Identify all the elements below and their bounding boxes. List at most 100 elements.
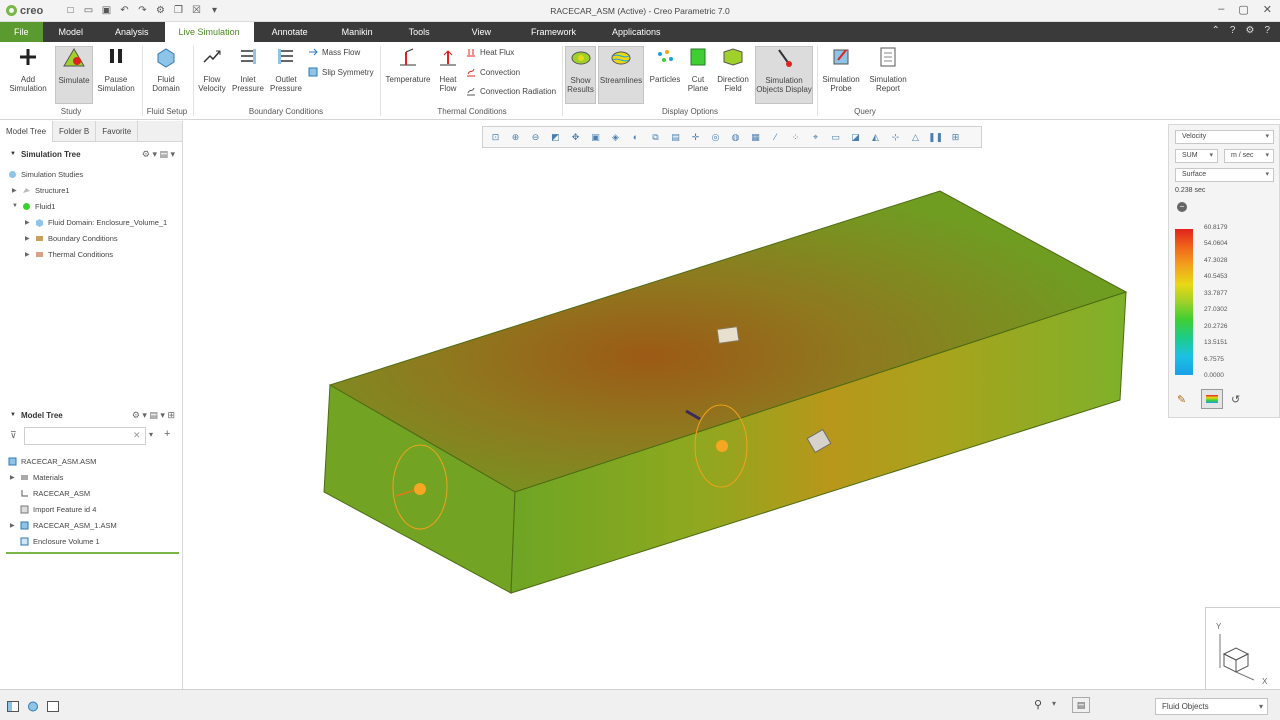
convection-button[interactable]: Convection [466,67,520,77]
tree-item[interactable]: ▶ Structure1 [12,184,70,196]
navigator-toggle-icon[interactable] [7,701,19,712]
tree-item[interactable]: ▶ Boundary Conditions [25,232,118,244]
heat-source-marker[interactable] [716,326,740,344]
redo-icon[interactable]: ↷ [136,5,149,16]
convection-radiation-button[interactable]: Convection Radiation [466,86,556,96]
pause-simulation-button[interactable]: Pause Simulation [95,46,137,94]
expand-icon[interactable]: ▶ [25,219,31,226]
flow-velocity-button[interactable]: Flow Velocity [196,46,228,94]
tab-favorites[interactable]: Favorite [96,121,139,142]
close-window-icon[interactable]: ☒ [190,5,203,16]
particles-button[interactable]: Particles [648,46,682,84]
tab-manikin[interactable]: Manikin [326,22,389,42]
add-simulation-button[interactable]: Add Simulation [4,46,52,94]
show-results-button[interactable]: Show Results [565,46,596,104]
new-icon[interactable]: □ [64,5,77,16]
tree-item[interactable]: RACECAR_ASM [20,487,90,499]
tab-view[interactable]: View [450,22,513,42]
selection-filter-dropdown[interactable]: Fluid Objects [1155,698,1268,715]
unit-dropdown[interactable]: m / sec [1224,149,1274,163]
customize-qa-icon[interactable]: ▾ [208,5,221,16]
collapse-ribbon-icon[interactable]: ⌃ [1212,25,1220,36]
close-icon[interactable]: ✕ [1263,3,1272,16]
outlet-pressure-button[interactable]: Outlet Pressure [268,46,304,94]
reset-legend-icon[interactable]: ↺ [1231,393,1240,406]
collapse-icon[interactable]: ▼ [10,412,16,418]
selection-filter-icon[interactable]: ▤ [1072,697,1090,713]
tab-model-tree[interactable]: Model Tree [0,121,54,142]
legend-collapse-icon[interactable]: − [1177,202,1187,212]
temperature-button[interactable]: Temperature [384,46,432,84]
tab-annotate[interactable]: Annotate [254,22,326,42]
expand-icon[interactable]: ▶ [12,187,18,194]
tree-item[interactable]: ▶ Materials [10,471,63,483]
collapse-icon[interactable]: ▼ [12,203,18,209]
tab-applications[interactable]: Applications [594,22,679,42]
simulation-tree-header[interactable]: ▼ Simulation Tree ⚙ ▾ ▤ ▾ [0,146,183,162]
tree-item[interactable]: RACECAR_ASM.ASM [8,455,96,467]
direction-field-button[interactable]: Direction Field [714,46,752,94]
heat-flux-button[interactable]: Heat Flux [466,47,514,57]
regenerate-icon[interactable]: ⚙ [154,5,167,16]
simulation-probe-button[interactable]: Simulation Probe [820,46,862,94]
find-dropdown-icon[interactable]: ▾ [1052,699,1056,708]
model-tree-header[interactable]: ▼ Model Tree ⚙ ▾ ▤ ▾ ⊞ [0,407,183,423]
tree-item[interactable]: Simulation Studies [8,168,83,180]
graphics-viewport[interactable]: ⊡ ⊕ ⊖ ◩ ✥ ▣ ◈ ◐ ⧉ ▤ ✛ ◎ ◍ ▦ ⁄ ⁘ ⌖ ▭ ◪ ◭ … [184,121,1280,689]
simulation-model-render[interactable] [184,121,1280,689]
tab-folder-browser[interactable]: Folder B [53,121,97,142]
fluid-domain-button[interactable]: Fluid Domain [146,46,186,94]
add-filter-icon[interactable]: + [164,428,170,440]
expand-icon[interactable]: ▶ [10,522,16,529]
tab-tools[interactable]: Tools [389,22,450,42]
tab-live-simulation[interactable]: Live Simulation [164,22,254,42]
study-group-label[interactable]: Study [4,107,138,116]
tree-item[interactable]: Enclosure Volume 1 [20,535,100,547]
model-tree-filter-input[interactable] [24,427,146,445]
open-icon[interactable]: ▭ [82,5,95,16]
tree-item[interactable]: ▶ Thermal Conditions [25,248,113,260]
find-icon[interactable]: ⚲ [1034,698,1042,711]
model-tree-settings-icon[interactable]: ⚙ ▾ ▤ ▾ ⊞ [132,410,175,421]
filter-dropdown-icon[interactable]: ▾ [149,430,153,439]
probe-display-icon[interactable]: ✎ [1177,393,1186,406]
simulation-objects-display-button[interactable]: Simulation Objects Display [755,46,813,104]
boundary-conditions-group-label[interactable]: Boundary Conditions [196,107,376,116]
windows-icon[interactable]: ❐ [172,5,185,16]
slip-symmetry-button[interactable]: Slip Symmetry [308,67,374,77]
save-icon[interactable]: ▣ [100,5,113,16]
tab-model[interactable]: Model [43,22,100,42]
browser-toggle-icon[interactable] [27,701,39,712]
streamlines-button[interactable]: Streamlines [598,46,644,104]
clear-filter-icon[interactable]: ✕ [133,430,141,441]
simulation-report-button[interactable]: Simulation Report [866,46,910,94]
tree-item[interactable]: ▶ Fluid Domain: Enclosure_Volume_1 [25,216,167,228]
tab-file[interactable]: File [0,22,43,42]
inlet-pressure-button[interactable]: Inlet Pressure [231,46,265,94]
tab-framework[interactable]: Framework [513,22,594,42]
mass-flow-button[interactable]: Mass Flow [308,47,360,57]
quantity-dropdown[interactable]: Velocity [1175,130,1274,144]
enclosure-volume[interactable] [323,190,1128,594]
maximize-icon[interactable]: ▢ [1238,3,1248,16]
cut-plane-button[interactable]: Cut Plane [685,46,711,94]
simulate-button[interactable]: Simulate [55,46,93,104]
tree-settings-icon[interactable]: ⚙ ▾ ▤ ▾ [142,149,175,160]
display-dropdown[interactable]: Surface [1175,168,1274,182]
search-help-icon[interactable]: ? [1264,25,1270,36]
heat-flow-button[interactable]: Heat Flow [435,46,461,94]
expand-icon[interactable]: ▶ [10,474,16,481]
query-group-label[interactable]: Query [820,107,910,116]
tab-analysis[interactable]: Analysis [99,22,165,42]
legend-settings-icon[interactable] [1201,389,1223,409]
collapse-icon[interactable]: ▼ [10,151,16,157]
full-screen-icon[interactable] [47,701,59,712]
undo-icon[interactable]: ↶ [118,5,131,16]
tree-item[interactable]: ▶ RACECAR_ASM_1.ASM [10,519,117,531]
minimize-icon[interactable]: – [1218,3,1224,16]
tree-item[interactable]: Import Feature id 4 [20,503,96,515]
settings-icon[interactable]: ⚙ [1245,25,1254,36]
display-options-group-label[interactable]: Display Options [565,107,815,116]
tree-item[interactable]: ▼ Fluid1 [12,200,55,212]
help-icon[interactable]: ? [1230,25,1236,36]
